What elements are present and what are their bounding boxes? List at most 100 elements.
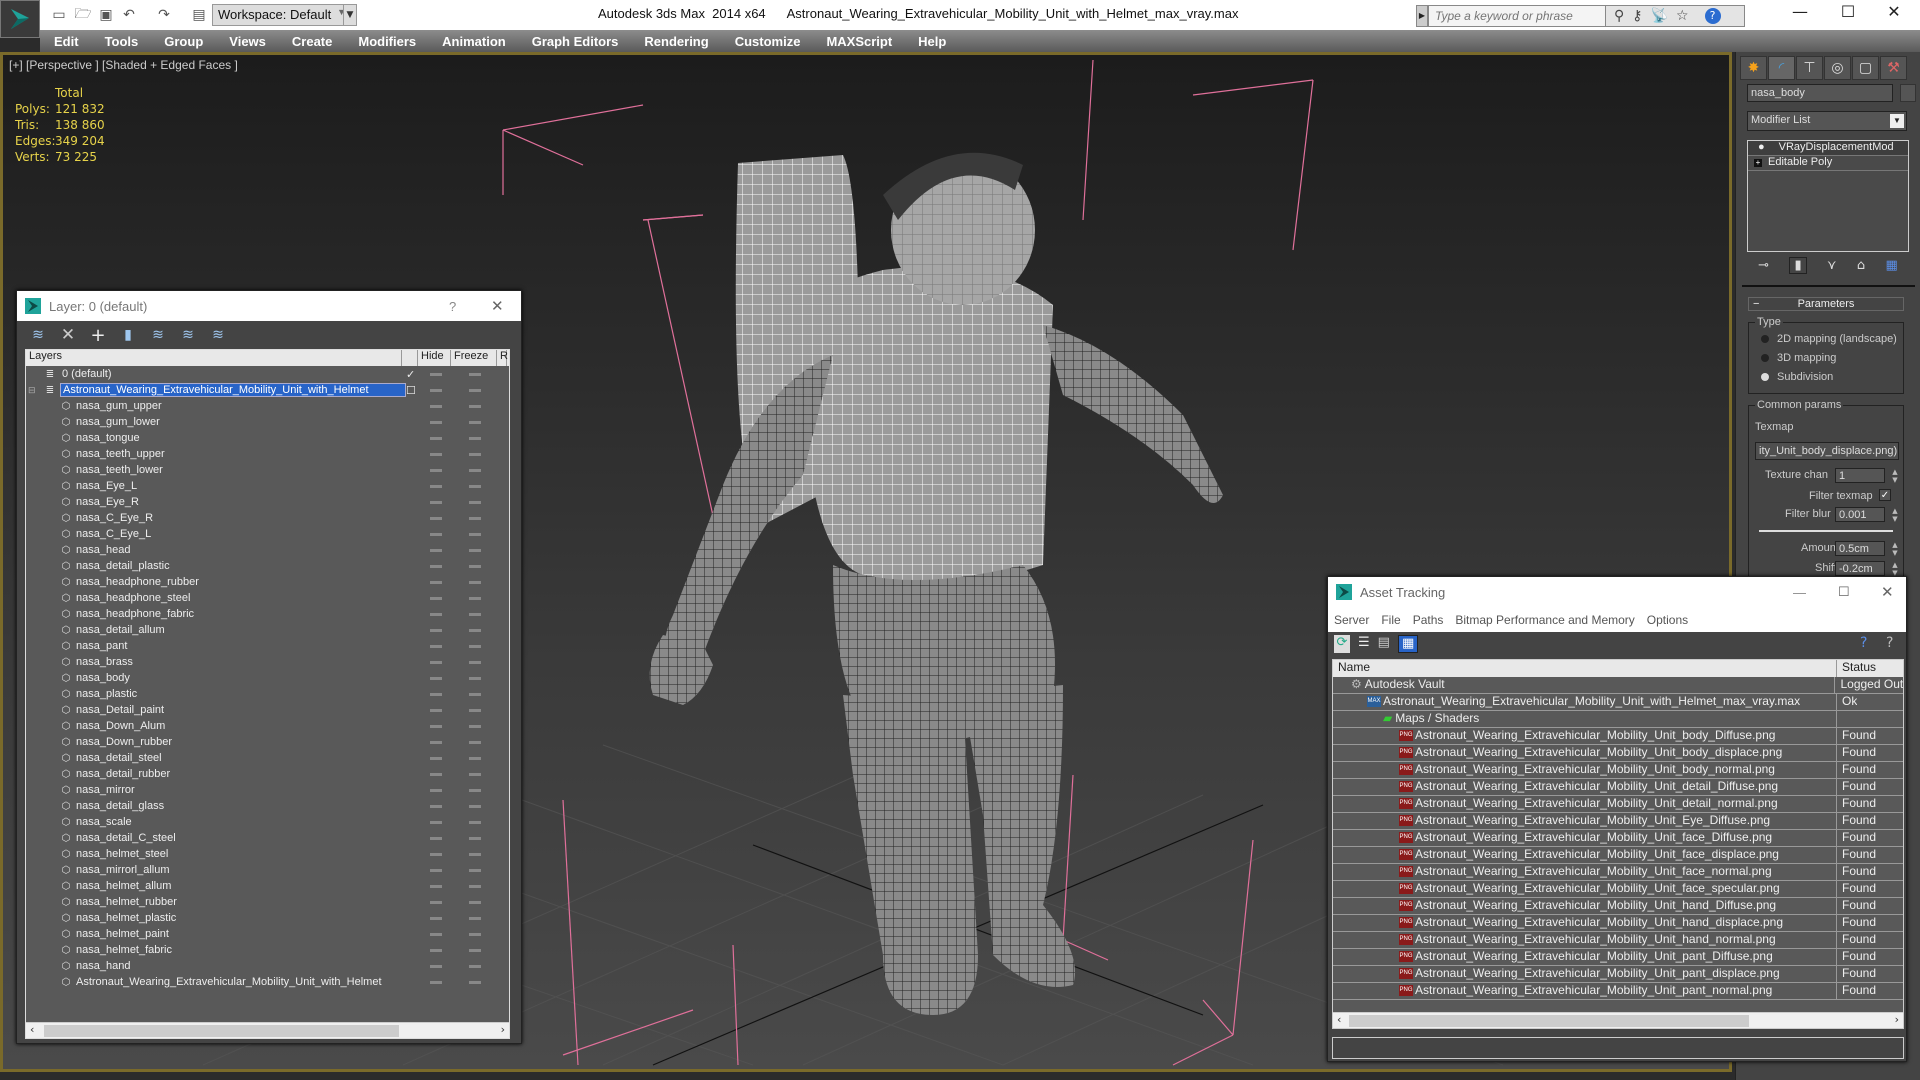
object-color-swatch[interactable] [1900,84,1916,102]
texmap-button[interactable]: ity_Unit_body_displace.png) [1755,442,1899,460]
asset-path-field[interactable] [1332,1037,1904,1059]
scrollbar-thumb[interactable] [44,1025,399,1037]
freeze-toggle[interactable] [469,724,481,728]
object-name[interactable]: Astronaut_Wearing_Extravehicular_Mobilit… [76,976,382,988]
menu-paths[interactable]: Paths [1413,613,1444,627]
object-row[interactable]: ⬡ nasa_teeth_lower [26,462,509,478]
object-row[interactable]: ⬡ nasa_plastic [26,686,509,702]
maximize-button[interactable]: ☐ [1838,584,1850,600]
help-icon[interactable]: ? [1704,8,1721,24]
expand-search-icon[interactable]: ▶ [1416,5,1428,27]
maximize-button[interactable]: ☐ [1828,2,1868,26]
object-row[interactable]: ⬡ nasa_head [26,542,509,558]
layer-horizontal-scrollbar[interactable]: ‹ › [26,1022,509,1038]
freeze-toggle[interactable] [469,388,481,392]
asset-row[interactable]: PNG Astronaut_Wearing_Extravehicular_Mobi… [1333,949,1903,966]
object-row[interactable]: ⬡ nasa_helmet_rubber [26,894,509,910]
asset-row[interactable]: PNG Astronaut_Wearing_Extravehicular_Mobi… [1333,830,1903,847]
hide-toggle[interactable] [430,468,442,472]
open-file-icon[interactable]: 🗁 [74,6,92,24]
object-row[interactable]: ⬡ nasa_detail_rubber [26,766,509,782]
minimize-button[interactable]: — [1780,2,1820,26]
asset-row[interactable]: ⚙ Autodesk Vault Logged Out [1333,677,1903,694]
object-row[interactable]: ⬡ nasa_headphone_fabric [26,606,509,622]
menu-create[interactable]: Create [292,34,332,49]
current-layer-checkbox[interactable]: ☐ [406,384,416,397]
object-name[interactable]: nasa_helmet_plastic [76,912,176,924]
object-row[interactable]: ⬡ nasa_helmet_fabric [26,942,509,958]
freeze-toggle[interactable] [469,372,481,376]
tree-view-icon[interactable]: ▤ [1378,635,1390,653]
hide-toggle[interactable] [430,644,442,648]
motion-tab-icon[interactable]: ◎ [1824,56,1851,80]
object-name[interactable]: nasa_Detail_paint [76,704,164,716]
texture-chan-spinner[interactable]: ▲ ▼ [1891,468,1899,484]
hide-toggle[interactable] [430,932,442,936]
select-objects-icon[interactable]: ▮ [117,324,139,346]
freeze-toggle[interactable] [469,516,481,520]
menu-maxscript[interactable]: MAXScript [826,34,892,49]
hide-toggle[interactable] [430,516,442,520]
hide-toggle[interactable] [430,804,442,808]
object-name[interactable]: nasa_detail_plastic [76,560,170,572]
hide-toggle[interactable] [430,740,442,744]
freeze-toggle[interactable] [469,548,481,552]
object-name[interactable]: nasa_C_Eye_R [76,512,153,524]
object-row[interactable]: ⬡ nasa_body [26,670,509,686]
asset-row[interactable]: ▰ Maps / Shaders [1333,711,1903,728]
create-tab-icon[interactable]: ✸ [1740,56,1767,80]
object-name[interactable]: nasa_detail_rubber [76,768,170,780]
menu-modifiers[interactable]: Modifiers [358,34,416,49]
column-freeze[interactable]: Freeze [451,350,497,366]
freeze-toggle[interactable] [469,612,481,616]
radio-button[interactable] [1761,354,1769,363]
freeze-toggle[interactable] [469,900,481,904]
binoculars-icon[interactable]: ⚲ [1614,8,1624,24]
modify-tab-icon[interactable]: ◜ [1768,56,1795,80]
freeze-toggle[interactable] [469,564,481,568]
freeze-toggle[interactable] [469,884,481,888]
asset-row[interactable]: PNG Astronaut_Wearing_Extravehicular_Mobi… [1333,932,1903,949]
asset-row[interactable]: PNG Astronaut_Wearing_Extravehicular_Mobi… [1333,796,1903,813]
object-row[interactable]: ⬡ nasa_helmet_plastic [26,910,509,926]
freeze-toggle[interactable] [469,932,481,936]
object-name[interactable]: nasa_plastic [76,688,137,700]
object-name[interactable]: nasa_headphone_rubber [76,576,199,588]
asset-row[interactable]: PNG Astronaut_Wearing_Extravehicular_Mobi… [1333,779,1903,796]
star-icon[interactable]: ☆ [1676,8,1689,24]
freeze-toggle[interactable] [469,532,481,536]
hide-toggle[interactable] [430,372,442,376]
hide-toggle[interactable] [430,964,442,968]
object-row[interactable]: ⬡ nasa_gum_upper [26,398,509,414]
object-name[interactable]: nasa_brass [76,656,133,668]
freeze-toggle[interactable] [469,804,481,808]
hide-toggle[interactable] [430,692,442,696]
object-name[interactable]: nasa_gum_lower [76,416,160,428]
asset-row[interactable]: PNG Astronaut_Wearing_Extravehicular_Mobi… [1333,813,1903,830]
column-hide[interactable]: Hide [418,350,451,366]
key-icon[interactable]: ⚷ [1632,8,1642,24]
object-name[interactable]: nasa_helmet_fabric [76,944,172,956]
hide-toggle[interactable] [430,820,442,824]
scroll-left-icon[interactable]: ‹ [30,1023,34,1036]
amount-spinner[interactable]: ▲ ▼ [1891,541,1899,557]
highlight-layer-icon[interactable]: ≋ [147,324,169,346]
object-row[interactable]: ⬡ nasa_helmet_steel [26,846,509,862]
hide-toggle[interactable] [430,420,442,424]
object-name[interactable]: nasa_Down_Alum [76,720,165,732]
parameters-rollout-header[interactable]: − Parameters [1748,297,1904,311]
app-menu-button[interactable] [0,0,40,38]
radio-3d-mapping[interactable]: 3D mapping [1761,352,1836,364]
hide-toggle[interactable] [430,948,442,952]
object-name[interactable]: nasa_body [76,672,130,684]
current-layer-checkmark-icon[interactable]: ✓ [406,368,415,381]
hide-toggle[interactable] [430,772,442,776]
hide-toggle[interactable] [430,884,442,888]
freeze-toggle[interactable] [469,420,481,424]
hide-toggle[interactable] [430,580,442,584]
shift-spinner[interactable]: ▲ ▼ [1891,561,1899,577]
freeze-toggle[interactable] [469,788,481,792]
hide-toggle[interactable] [430,676,442,680]
freeze-toggle[interactable] [469,740,481,744]
hide-toggle[interactable] [430,548,442,552]
